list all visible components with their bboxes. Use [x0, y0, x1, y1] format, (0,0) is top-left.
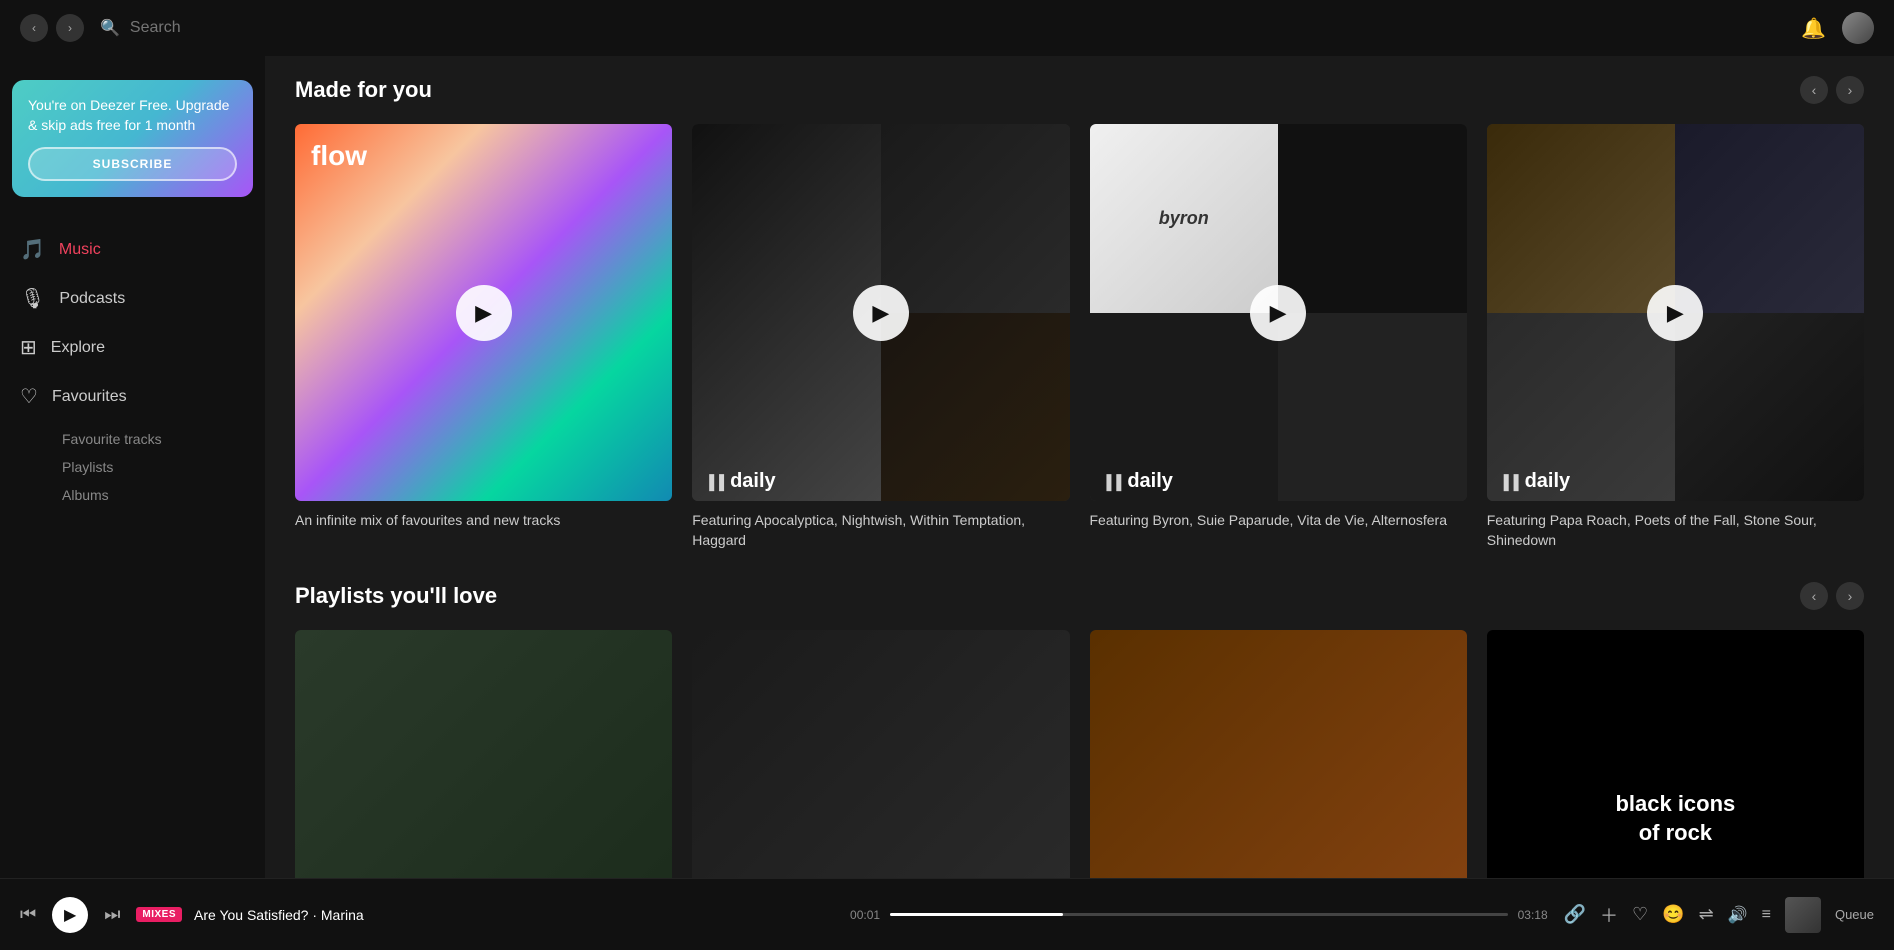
sidebar-item-favourites[interactable]: ♡ Favourites — [0, 372, 265, 421]
player-track: MIXES Are You Satisfied? · Marina — [136, 907, 834, 923]
eq-icon[interactable]: ≡ — [1762, 906, 1771, 924]
playlist-3-card[interactable] — [1090, 630, 1467, 878]
favourites-icon: ♡ — [20, 384, 38, 409]
daily-1-thumbnail: ▐▐ daily ▶ — [692, 124, 1069, 501]
sidebar-nav: 🎵 Music 🎙 Podcasts ⊞ Explore ♡ Favourite… — [0, 217, 265, 521]
like-icon[interactable]: ♡ — [1632, 904, 1648, 925]
nav-arrows: ‹ › — [20, 14, 84, 42]
flow-description: An infinite mix of favourites and new tr… — [295, 511, 672, 531]
daily-1-card[interactable]: ▐▐ daily ▶ Featuring Apocalyptica, Night… — [692, 124, 1069, 550]
player-timeline: 00:01 03:18 — [850, 908, 1548, 922]
podcasts-icon: 🎙 — [20, 286, 45, 311]
daily-1-play-button[interactable]: ▶ — [853, 285, 909, 341]
flow-card[interactable]: flow ▶ An infinite mix of favourites and… — [295, 124, 672, 550]
music-icon: 🎵 — [20, 237, 45, 262]
sidebar-item-favourite-tracks[interactable]: Favourite tracks — [54, 425, 265, 453]
daily-3-description: Featuring Papa Roach, Poets of the Fall,… — [1487, 511, 1864, 550]
made-for-you-header: Made for you ‹ › — [295, 76, 1864, 104]
player-skip-back[interactable]: ⏮ — [20, 904, 36, 925]
avatar[interactable] — [1842, 12, 1874, 44]
queue-button[interactable]: Queue — [1835, 907, 1874, 922]
add-icon[interactable]: ＋ — [1600, 902, 1618, 928]
player-right: 🔗 ＋ ♡ 😊 ⇌ 🔊 ≡ Queue — [1564, 897, 1874, 933]
made-for-you-prev[interactable]: ‹ — [1800, 76, 1828, 104]
made-for-you-section: Made for you ‹ › flow ▶ — [295, 76, 1864, 550]
playlists-header: Playlists you'll love ‹ › — [295, 582, 1864, 610]
playlist-4-card[interactable]: black icons of rock — [1487, 630, 1864, 878]
playlists-title: Playlists you'll love — [295, 583, 497, 609]
notifications-icon[interactable]: 🔔 — [1801, 16, 1826, 41]
total-time: 03:18 — [1518, 908, 1548, 922]
sidebar-item-playlists[interactable]: Playlists — [54, 453, 265, 481]
daily-2-play-overlay: ▶ — [1090, 124, 1467, 501]
daily-2-thumbnail: byron ▐▐ daily ▶ — [1090, 124, 1467, 501]
daily-2-play-button[interactable]: ▶ — [1250, 285, 1306, 341]
flow-play-button[interactable]: ▶ — [456, 285, 512, 341]
promo-text: You're on Deezer Free. Upgrade & skip ad… — [28, 96, 237, 135]
search-bar: 🔍 — [100, 18, 1785, 38]
made-for-you-arrows: ‹ › — [1800, 76, 1864, 104]
playlists-next[interactable]: › — [1836, 582, 1864, 610]
playlists-prev[interactable]: ‹ — [1800, 582, 1828, 610]
sidebar-sub: Favourite tracks Playlists Albums — [0, 421, 265, 513]
sidebar-label-podcasts: Podcasts — [59, 290, 125, 308]
sidebar-item-explore[interactable]: ⊞ Explore — [0, 323, 265, 372]
playlists-cards: black icons of rock — [295, 630, 1864, 878]
playlists-arrows: ‹ › — [1800, 582, 1864, 610]
playlists-section: Playlists you'll love ‹ › — [295, 582, 1864, 878]
main-layout: You're on Deezer Free. Upgrade & skip ad… — [0, 56, 1894, 878]
forward-button[interactable]: › — [56, 14, 84, 42]
sidebar-item-albums[interactable]: Albums — [54, 481, 265, 509]
daily-3-thumbnail: ▐▐ daily ▶ — [1487, 124, 1864, 501]
subscribe-button[interactable]: SUBSCRIBE — [28, 147, 237, 181]
progress-bar[interactable] — [890, 913, 1508, 916]
content: Made for you ‹ › flow ▶ — [265, 56, 1894, 878]
topbar-right: 🔔 — [1801, 12, 1874, 44]
daily-3-play-button[interactable]: ▶ — [1647, 285, 1703, 341]
daily-3-card[interactable]: ▐▐ daily ▶ Featuring Papa Roach, Poets o… — [1487, 124, 1864, 550]
track-thumbnail — [1785, 897, 1821, 933]
search-icon: 🔍 — [100, 18, 120, 38]
daily-3-play-overlay: ▶ — [1487, 124, 1864, 501]
flow-thumbnail: flow ▶ — [295, 124, 672, 501]
playlist-2-card[interactable] — [692, 630, 1069, 878]
playlist-4-label: black icons — [1615, 790, 1735, 819]
flow-play-overlay: ▶ — [295, 124, 672, 501]
sidebar-item-music[interactable]: 🎵 Music — [0, 225, 265, 274]
volume-icon[interactable]: 🔊 — [1728, 905, 1748, 925]
search-input[interactable] — [130, 19, 330, 37]
emoji-icon[interactable]: 😊 — [1662, 904, 1684, 925]
sidebar-item-podcasts[interactable]: 🎙 Podcasts — [0, 274, 265, 323]
made-for-you-title: Made for you — [295, 77, 432, 103]
player-skip-forward[interactable]: ⏭ — [104, 904, 120, 925]
made-for-you-cards: flow ▶ An infinite mix of favourites and… — [295, 124, 1864, 550]
daily-1-play-overlay: ▶ — [692, 124, 1069, 501]
shuffle-icon[interactable]: ⇌ — [1699, 904, 1714, 925]
current-time: 00:01 — [850, 908, 880, 922]
player-controls: ⏮ ▶ ⏭ — [20, 897, 120, 933]
promo-card: You're on Deezer Free. Upgrade & skip ad… — [12, 80, 253, 197]
track-name: Are You Satisfied? · Marina — [194, 907, 364, 923]
sidebar-label-music: Music — [59, 241, 101, 259]
explore-icon: ⊞ — [20, 335, 37, 360]
mixes-badge: MIXES — [136, 907, 182, 922]
sidebar: You're on Deezer Free. Upgrade & skip ad… — [0, 56, 265, 878]
topbar: ‹ › 🔍 🔔 — [0, 0, 1894, 56]
sidebar-label-explore: Explore — [51, 339, 105, 357]
sidebar-label-favourites: Favourites — [52, 388, 127, 406]
progress-fill — [890, 913, 1063, 916]
back-button[interactable]: ‹ — [20, 14, 48, 42]
daily-2-card[interactable]: byron ▐▐ daily ▶ Featuring — [1090, 124, 1467, 550]
made-for-you-next[interactable]: › — [1836, 76, 1864, 104]
player-play-button[interactable]: ▶ — [52, 897, 88, 933]
daily-2-description: Featuring Byron, Suie Paparude, Vita de … — [1090, 511, 1467, 531]
playlist-1-card[interactable] — [295, 630, 672, 878]
link-icon[interactable]: 🔗 — [1564, 904, 1586, 925]
daily-1-description: Featuring Apocalyptica, Nightwish, Withi… — [692, 511, 1069, 550]
playlist-4-label-2: of rock — [1639, 819, 1712, 848]
player-bar: ⏮ ▶ ⏭ MIXES Are You Satisfied? · Marina … — [0, 878, 1894, 950]
